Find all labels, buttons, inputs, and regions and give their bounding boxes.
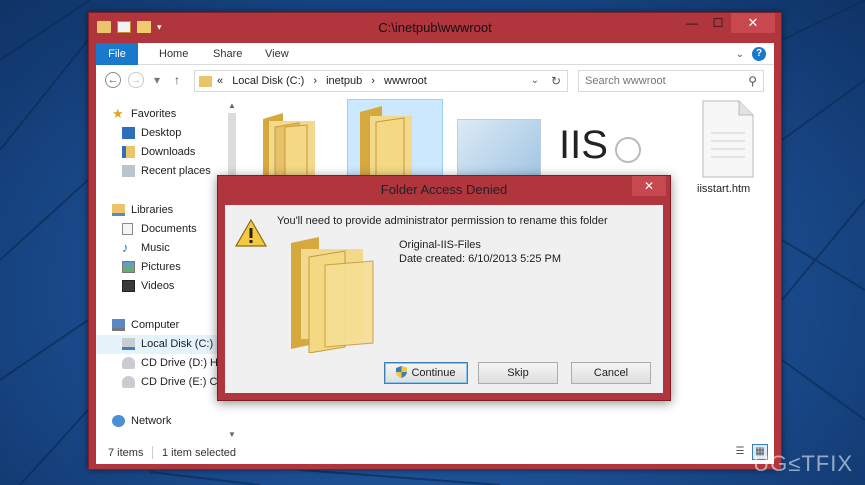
selection-count: 1 item selected [162, 447, 236, 459]
pictures-icon [122, 261, 135, 273]
recent-places-icon [122, 165, 135, 177]
address-dropdown-chevron-icon[interactable]: ⌄ [531, 75, 539, 86]
expand-ribbon-chevron-icon[interactable]: ⌄ [736, 49, 744, 60]
folder-item-selected[interactable] [347, 99, 443, 185]
dialog-body: You'll need to provide administrator per… [225, 205, 663, 393]
sidebar-item-label: CD Drive (D:) H [141, 357, 218, 369]
dialog-message: You'll need to provide administrator per… [277, 215, 608, 227]
dialog-title: Folder Access Denied [380, 182, 508, 197]
cd-drive-icon [122, 376, 135, 388]
watermark-logo: UG≤TFIX [753, 451, 853, 476]
folder-access-denied-dialog: Folder Access Denied ✕ You'll need to pr… [217, 175, 671, 401]
help-icon[interactable]: ? [752, 47, 766, 61]
sidebar-item-downloads[interactable]: Downloads [96, 143, 238, 162]
maximize-button[interactable]: ☐ [705, 13, 731, 33]
sidebar-item-label: Recent places [141, 165, 211, 177]
search-icon[interactable]: ⚲ [748, 74, 757, 88]
navigation-bar: ← → ▾ ↑ « Local Disk (C:) › inetpub › ww… [96, 66, 774, 96]
breadcrumb: « Local Disk (C:) › inetpub › wwwroot [217, 75, 433, 87]
dialog-close-button[interactable]: ✕ [632, 176, 666, 196]
item-count: 7 items [108, 447, 144, 459]
up-arrow-icon[interactable]: ↑ [174, 73, 180, 87]
computer-icon [112, 319, 125, 331]
sidebar-item-network[interactable]: Network [96, 412, 238, 431]
forward-arrow-icon[interactable]: → [128, 72, 144, 88]
scroll-up-icon[interactable]: ▲ [228, 101, 236, 110]
downloads-icon [122, 146, 135, 158]
sidebar-item-label: Downloads [141, 146, 196, 158]
sidebar-item-label: Network [131, 415, 172, 427]
cd-drive-icon [122, 357, 135, 369]
tab-home[interactable]: Home [159, 48, 188, 60]
address-folder-icon [199, 76, 212, 87]
local-disk-icon [122, 338, 135, 350]
libraries-icon [112, 204, 125, 216]
sidebar-item-label: Desktop [141, 127, 182, 139]
search-box[interactable]: ⚲ [578, 70, 764, 92]
breadcrumb-separator[interactable]: › [313, 75, 317, 87]
desktop-icon [122, 127, 135, 139]
folder-name: Original-IIS-Files [399, 239, 481, 251]
window-controls: — ☐ ✕ [679, 13, 775, 33]
large-folder-icon [291, 237, 374, 353]
breadcrumb-overflow[interactable]: « [217, 75, 223, 87]
breadcrumb-wwwroot[interactable]: wwwroot [384, 75, 427, 87]
recent-locations-chevron-icon[interactable]: ▾ [154, 73, 160, 87]
ribbon-tabs: File Home Share View ⌄ ? [96, 43, 774, 65]
breadcrumb-separator[interactable]: › [371, 75, 375, 87]
title-bar[interactable]: ▾ C:\inetpub\wwwroot — ☐ ✕ [89, 13, 781, 43]
back-arrow-icon[interactable]: ← [105, 72, 121, 88]
ribbon-right-controls: ⌄ ? [736, 47, 766, 61]
uac-shield-icon [396, 366, 408, 378]
sidebar-item-label: Pictures [141, 261, 181, 273]
continue-button-label: Continue [411, 367, 456, 379]
skip-button[interactable]: Skip [478, 362, 558, 384]
details-view-icon[interactable]: ☰ [732, 444, 748, 460]
scroll-down-icon[interactable]: ▼ [228, 430, 236, 439]
folder-date-created: Date created: 6/10/2013 5:25 PM [399, 253, 562, 265]
sidebar-item-label: Documents [141, 223, 197, 235]
close-button[interactable]: ✕ [731, 13, 775, 33]
videos-icon [122, 280, 135, 292]
continue-button[interactable]: Continue [384, 362, 468, 384]
sidebar-item-label: Libraries [131, 204, 174, 216]
sidebar-item-label: Computer [131, 319, 180, 331]
sidebar-item-desktop[interactable]: Desktop [96, 124, 238, 143]
sidebar-item-label: Favorites [131, 108, 177, 120]
documents-icon [122, 223, 133, 235]
minimize-button[interactable]: — [679, 13, 705, 33]
status-bar: 7 items 1 item selected ☰ ▦ [96, 441, 774, 464]
search-input[interactable] [585, 74, 735, 88]
folder-icon [360, 106, 412, 185]
iis-logo-item[interactable]: IIS [557, 123, 647, 183]
network-icon [112, 415, 125, 427]
folder-item[interactable] [255, 105, 325, 186]
status-separator [152, 446, 153, 459]
file-name-label: iisstart.htm [697, 183, 751, 195]
cancel-button[interactable]: Cancel [571, 362, 651, 384]
iis-logo-text: IIS [559, 123, 608, 167]
sidebar-item-label: Local Disk (C:) [141, 338, 214, 350]
gear-icon [615, 137, 641, 163]
sidebar-item-favorites[interactable]: ★ Favorites [96, 105, 238, 124]
breadcrumb-inetpub[interactable]: inetpub [326, 75, 362, 87]
sidebar-item-label: Music [141, 242, 170, 254]
file-item-iisstart[interactable]: iisstart.htm [691, 99, 763, 249]
window-title: C:\inetpub\wwwroot [378, 20, 492, 35]
breadcrumb-local-disk[interactable]: Local Disk (C:) [232, 75, 304, 87]
refresh-icon[interactable]: ↻ [551, 74, 561, 88]
document-icon [702, 100, 754, 178]
sidebar-item-label: CD Drive (E:) CD [141, 376, 226, 388]
star-icon: ★ [112, 106, 124, 121]
warning-icon [235, 218, 267, 247]
tab-file[interactable]: File [96, 43, 138, 65]
music-note-icon: ♪ [122, 240, 129, 255]
tab-view[interactable]: View [265, 48, 289, 60]
folder-icon [263, 113, 315, 186]
tab-share[interactable]: Share [213, 48, 242, 60]
sidebar-item-label: Videos [141, 280, 175, 292]
address-bar[interactable]: « Local Disk (C:) › inetpub › wwwroot ⌄ … [194, 70, 568, 92]
